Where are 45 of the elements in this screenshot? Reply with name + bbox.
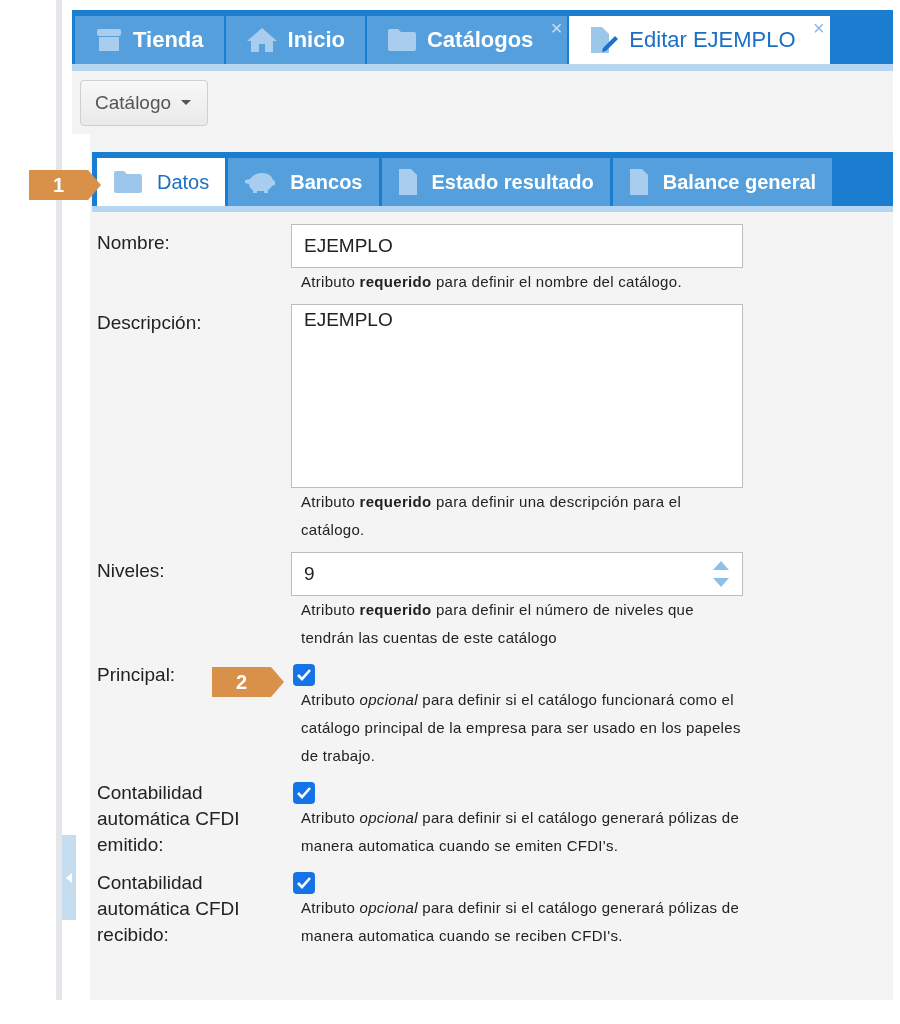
field-label: Niveles: xyxy=(97,559,165,583)
field-hint: Atributo requerido para definir el número de niveles que tendrán las cuentas de este catálogo xyxy=(300,600,695,648)
form-tab[interactable]: Balance general xyxy=(612,158,833,206)
app-tab[interactable]: Catálogos × xyxy=(366,16,568,64)
field-hint: Atributo requerido para definir una descripción para el catálogo. xyxy=(300,492,683,540)
folder-icon xyxy=(386,28,417,52)
checkbox[interactable] xyxy=(293,664,315,686)
caret-icon xyxy=(181,100,192,105)
app-tab[interactable]: Tienda xyxy=(75,16,224,64)
field-label: Contabilidad automática CFDI emitido: xyxy=(97,781,241,857)
document-dollar-icon xyxy=(397,168,418,196)
app-tab[interactable]: Editar EJEMPLO × xyxy=(569,16,830,64)
left-triangle-icon xyxy=(66,872,72,883)
field-label: Principal: xyxy=(97,663,176,687)
field-hint: Atributo opcional para definir si el catálogo funcionará como el catálogo principal de la empresa para ser usado en los papeles de trabajo. xyxy=(300,690,742,766)
field-hint: Atributo opcional para definir si el catálogo generará pólizas de manera automatica cuando se emiten CFDI's. xyxy=(300,808,741,856)
callout-marker: 2 xyxy=(212,667,284,697)
house-icon xyxy=(245,27,278,53)
store-icon xyxy=(95,27,123,53)
form-tab[interactable]: Datos xyxy=(97,158,226,206)
checkmark-icon xyxy=(296,876,312,890)
checkbox[interactable] xyxy=(293,872,315,894)
document-pencil-icon xyxy=(589,26,620,54)
close-icon[interactable]: × xyxy=(812,18,825,38)
app-tab[interactable]: Inicio xyxy=(225,16,365,64)
callout-marker: 1 xyxy=(29,170,101,200)
field-label: Contabilidad automática CFDI recibido: xyxy=(97,871,241,947)
field-hint: Atributo requerido para definir el nombre del catálogo. xyxy=(300,272,683,292)
name-input-field[interactable]: EJEMPLO xyxy=(291,224,743,268)
close-icon[interactable]: × xyxy=(550,18,563,38)
piggy-bank-icon xyxy=(244,170,277,194)
form-tab[interactable]: Bancos xyxy=(228,158,379,206)
checkmark-icon xyxy=(296,668,312,682)
collapse-handle[interactable] xyxy=(62,835,76,920)
field-hint: Atributo opcional para definir si el catálogo generará pólizas de manera automatica cuando se reciben CFDI's. xyxy=(300,898,741,946)
document-dollar-icon xyxy=(628,168,649,196)
field-label: Descripción: xyxy=(97,311,202,335)
checkbox[interactable] xyxy=(293,782,315,804)
form-tab[interactable]: Estado resultado xyxy=(381,158,610,206)
levels-number-field[interactable]: 9 xyxy=(291,552,743,596)
catalog-menu-button[interactable]: Catálogo xyxy=(80,79,209,126)
description-text-area[interactable]: EJEMPLO xyxy=(291,304,743,488)
checkmark-icon xyxy=(296,786,312,800)
field-label: Nombre: xyxy=(97,231,170,255)
folder-icon xyxy=(113,170,143,194)
